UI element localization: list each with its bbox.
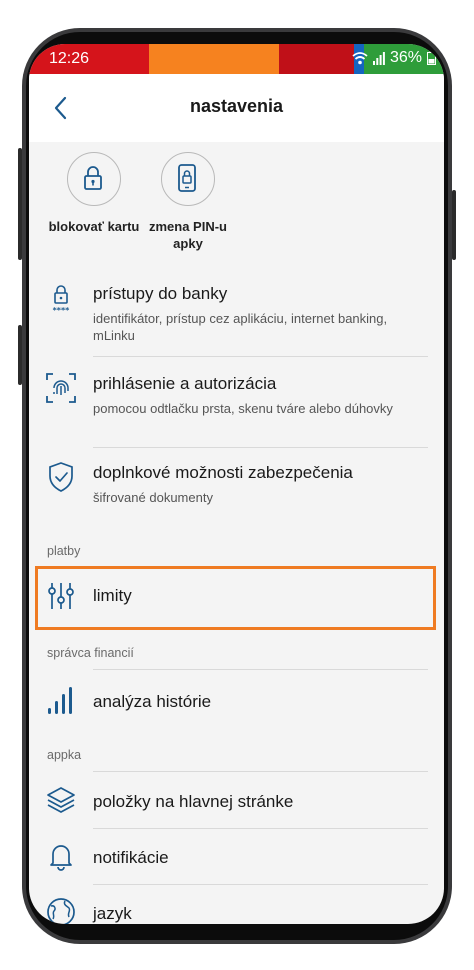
login-title: prihlásenie a autorizácia	[93, 374, 277, 393]
settings-list: blokovať kartu zmena PIN-u apky **** prí…	[29, 142, 444, 924]
sliders-icon	[48, 583, 74, 609]
app-screen: 12:26 36% nastavenia blokovať kartu zmen…	[29, 44, 444, 924]
history-title: analýza histórie	[93, 692, 212, 711]
home-items-title: položky na hlavnej stránke	[93, 792, 294, 811]
change-pin-label: zmena PIN-u apky	[148, 219, 227, 251]
layers-icon	[47, 787, 75, 813]
list-item-history[interactable]: analýza histórie	[29, 672, 444, 728]
list-item-login[interactable]: prihlásenie a autorizácia pomocou odtlač…	[29, 358, 444, 446]
access-title: prístupy do banky	[93, 284, 228, 303]
battery-icon	[427, 51, 436, 65]
app-header: nastavenia	[29, 74, 444, 142]
svg-text:****: ****	[53, 306, 71, 315]
divider	[93, 669, 428, 670]
divider	[93, 447, 428, 448]
change-pin-circle	[161, 152, 215, 206]
status-icons: 36%	[352, 49, 436, 67]
phone-lock-icon	[178, 164, 196, 192]
section-header-payments: platby	[47, 544, 81, 558]
lock-pin-icon: ****	[53, 285, 71, 315]
limits-title: limity	[93, 586, 132, 605]
additional-security-subtitle: šifrované dokumenty	[93, 490, 213, 505]
side-button	[18, 325, 22, 385]
list-item-limits[interactable]: limity	[29, 570, 444, 624]
power-button	[452, 190, 456, 260]
signal-icon	[372, 52, 385, 65]
divider	[93, 884, 428, 885]
divider	[93, 771, 428, 772]
battery-level: 36%	[389, 49, 422, 66]
login-subtitle: pomocou odtlačku prsta, skenu tváre aleb…	[93, 401, 393, 416]
additional-security-title: doplnkové možnosti zabezpečenia	[93, 463, 353, 482]
list-item-language[interactable]: jazyk	[29, 886, 444, 924]
fingerprint-icon	[46, 373, 76, 403]
list-item-notifications[interactable]: notifikácie	[29, 830, 444, 884]
section-header-finance: správca financií	[47, 646, 134, 660]
bars-icon	[48, 687, 72, 714]
page-title: nastavenia	[189, 96, 284, 116]
volume-button	[18, 148, 22, 260]
status-bar: 12:26 36%	[29, 44, 444, 74]
access-subtitle: identifikátor, prístup cez aplikáciu, in…	[93, 311, 388, 343]
globe-icon	[47, 898, 75, 924]
notifications-title: notifikácie	[93, 848, 169, 867]
list-item-additional-security[interactable]: doplnkové možnosti zabezpečenia šifrovan…	[29, 449, 444, 519]
wifi-icon	[352, 52, 368, 65]
change-pin-button[interactable]: zmena PIN-u apky	[133, 152, 243, 252]
block-card-circle	[67, 152, 121, 206]
status-time: 12:26	[49, 50, 90, 67]
divider	[93, 828, 428, 829]
list-item-home-items[interactable]: položky na hlavnej stránke	[29, 774, 444, 828]
lock-icon	[84, 166, 102, 190]
language-title: jazyk	[93, 904, 132, 923]
divider	[93, 356, 428, 357]
shield-check-icon	[49, 462, 73, 492]
bell-icon	[50, 845, 72, 871]
list-item-access[interactable]: **** prístupy do banky identifikátor, pr…	[29, 274, 444, 356]
section-header-app: appka	[47, 748, 82, 762]
